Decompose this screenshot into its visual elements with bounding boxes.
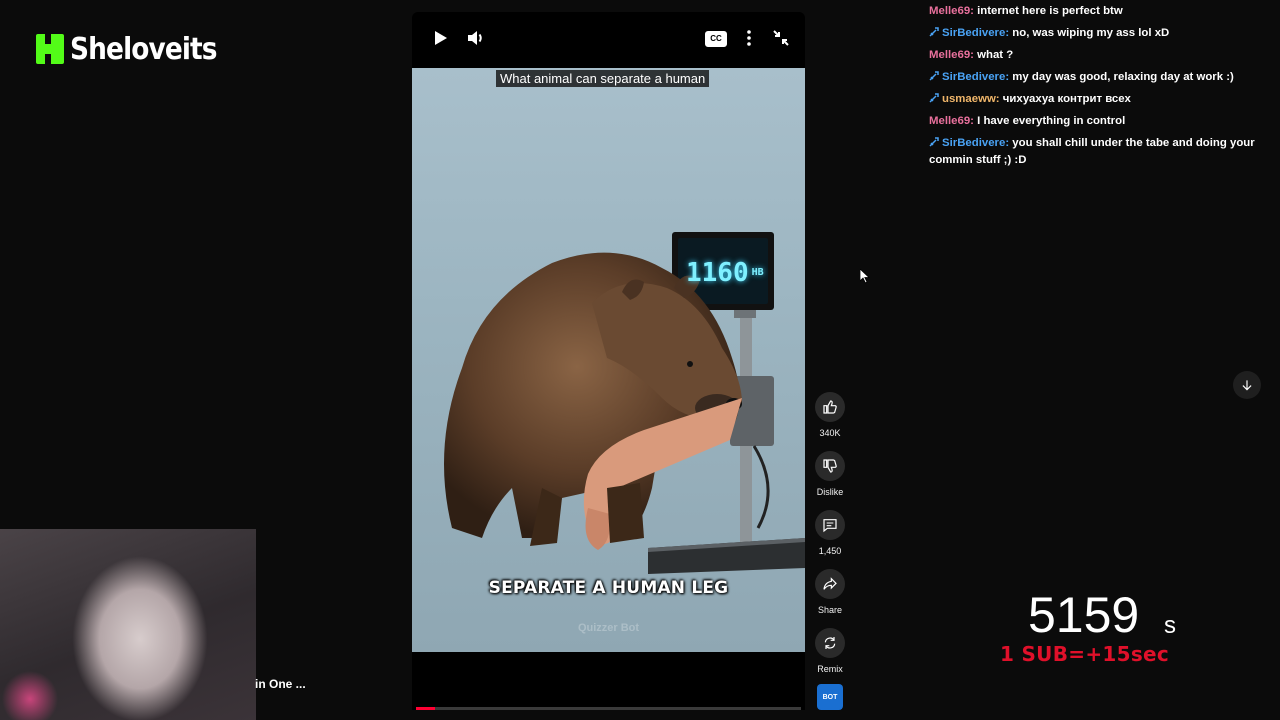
cut-off-title: in One ... — [255, 677, 306, 691]
closed-captions-icon[interactable]: CC — [705, 31, 727, 47]
share-icon — [815, 569, 845, 599]
caption-bottom: SEPARATE A HUMAN LEG — [488, 578, 729, 598]
progress-fill — [416, 707, 436, 710]
player-controls: CC — [412, 12, 805, 68]
sword-badge-icon — [929, 93, 939, 103]
chat-username[interactable]: Melle69: — [929, 49, 974, 61]
like-button[interactable]: 340K — [812, 392, 848, 438]
scale-readout: 1160 HB — [686, 258, 764, 288]
chat-message: Melle69: what ? — [929, 47, 1269, 64]
chat-username[interactable]: SirBedivere: — [942, 71, 1009, 83]
progress-bar[interactable] — [416, 707, 801, 710]
bear-on-scale-illustration — [444, 232, 805, 574]
chat-message: Melle69: internet here is perfect btw — [929, 3, 1269, 20]
sword-badge-icon — [929, 71, 939, 81]
dislike-button[interactable]: Dislike — [812, 451, 848, 497]
chat-username[interactable]: Melle69: — [929, 115, 974, 127]
chat-text: no, was wiping my ass lol xD — [1012, 27, 1170, 39]
chat-message: usmaeww: чихуахуа контрит всех — [929, 91, 1269, 108]
chat-text: чихуахуа контрит всех — [1002, 93, 1131, 105]
channel-avatar-text: BOT — [822, 693, 838, 701]
more-options-icon[interactable] — [737, 26, 761, 50]
chat-username[interactable]: Melle69: — [929, 5, 974, 17]
comment-icon — [815, 510, 845, 540]
like-count: 340K — [819, 428, 841, 438]
collapse-icon[interactable] — [769, 26, 793, 50]
chat-message: SirBedivere: my day was good, relaxing d… — [929, 69, 1269, 86]
arrow-down-icon — [1242, 380, 1252, 391]
channel-name: Sheloveits — [70, 31, 217, 67]
watermark: Quizzer Bot — [577, 622, 640, 634]
share-button[interactable]: Share — [812, 569, 848, 615]
thumbs-up-icon — [815, 392, 845, 422]
dislike-label: Dislike — [816, 487, 844, 497]
chat-text: my day was good, relaxing day at work :) — [1012, 71, 1234, 83]
video-frame: 1160 HB What animal can separate a human … — [412, 68, 805, 652]
share-label: Share — [817, 605, 843, 615]
comments-button[interactable]: 1,450 — [812, 510, 848, 556]
remix-label: Remix — [817, 664, 843, 674]
scale-value: 1160 — [686, 258, 749, 288]
shorts-player[interactable]: CC 1160 HB What animal can separate a hu… — [412, 12, 805, 710]
webcam-overlay — [0, 529, 256, 720]
chat-message: SirBedivere: no, was wiping my ass lol x… — [929, 25, 1269, 42]
sword-badge-icon — [929, 27, 939, 37]
chat-text: what ? — [977, 49, 1014, 61]
chat-feed: Melle69: internet here is perfect btw Sir… — [929, 3, 1269, 174]
sword-badge-icon — [929, 137, 939, 147]
play-icon[interactable] — [428, 26, 452, 50]
remix-button[interactable]: Remix — [812, 628, 848, 674]
chat-text: internet here is perfect btw — [977, 5, 1123, 17]
scale-unit: HB — [751, 267, 764, 278]
chat-username[interactable]: SirBedivere: — [942, 137, 1009, 149]
scroll-down-button[interactable] — [1233, 371, 1261, 399]
remix-icon — [815, 628, 845, 658]
chat-message: SirBedivere: you shall chill under the t… — [929, 135, 1269, 169]
thumbs-down-icon — [815, 451, 845, 481]
chat-text: I have everything in control — [977, 115, 1126, 127]
timer-rule: 1 SUB=+15sec — [1000, 642, 1170, 666]
timer-unit: s — [1164, 612, 1176, 639]
channel-avatar[interactable]: BOT — [817, 684, 843, 710]
caption-top: What animal can separate a human — [496, 70, 710, 87]
chat-message: Melle69: I have everything in control — [929, 113, 1269, 130]
kick-logo-icon — [36, 34, 64, 64]
chat-username[interactable]: usmaeww: — [942, 93, 1000, 105]
channel-logo: Sheloveits — [36, 31, 237, 67]
comments-count: 1,450 — [818, 546, 842, 556]
mouse-cursor-icon — [860, 269, 870, 284]
chat-username[interactable]: SirBedivere: — [942, 27, 1009, 39]
volume-icon[interactable] — [464, 26, 488, 50]
timer-value: 5159 — [1028, 587, 1140, 643]
